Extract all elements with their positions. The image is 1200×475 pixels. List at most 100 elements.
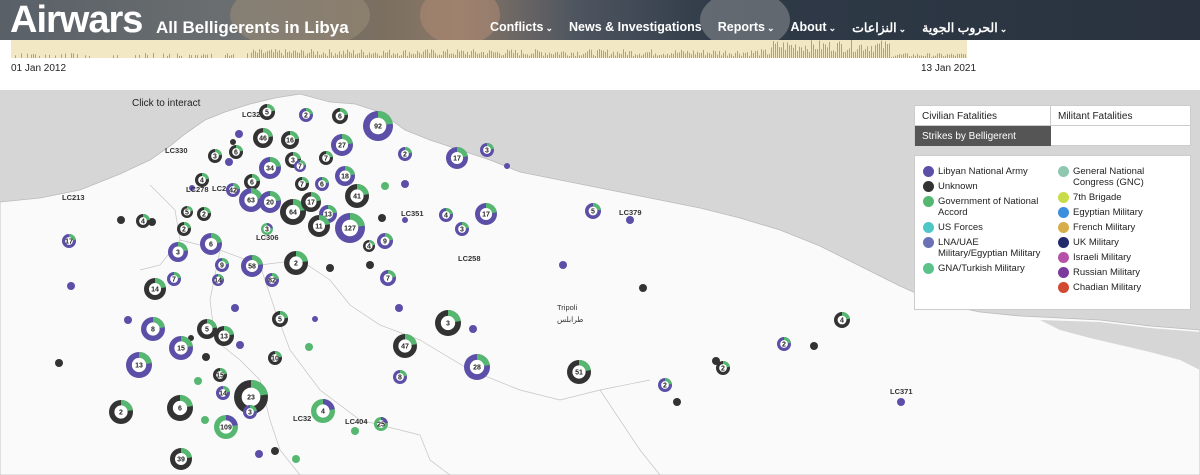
strike-marker[interactable]: 18 bbox=[335, 166, 355, 186]
strike-marker[interactable]: 58 bbox=[241, 255, 263, 277]
strike-marker[interactable]: 9 bbox=[215, 258, 229, 272]
strike-dot[interactable] bbox=[67, 282, 75, 290]
strike-marker[interactable]: 46 bbox=[253, 128, 273, 148]
strike-marker[interactable]: 6 bbox=[315, 177, 329, 191]
airwars-logo[interactable]: Airwars bbox=[10, 0, 143, 40]
strike-marker[interactable]: 82 bbox=[265, 273, 279, 287]
strike-marker[interactable]: 13 bbox=[126, 352, 152, 378]
legend-item[interactable]: US Forces bbox=[923, 222, 1048, 233]
strike-marker[interactable]: 5 bbox=[181, 206, 193, 218]
strike-marker[interactable]: 7 bbox=[295, 177, 309, 191]
strike-marker[interactable]: 6 bbox=[244, 174, 260, 190]
strike-dot[interactable] bbox=[236, 341, 244, 349]
strike-marker[interactable]: 109 bbox=[214, 415, 238, 439]
strike-dot[interactable] bbox=[469, 325, 477, 333]
strike-marker[interactable]: 2 bbox=[284, 251, 308, 275]
strike-dot[interactable] bbox=[230, 139, 236, 145]
strike-dot[interactable] bbox=[401, 180, 409, 188]
nav-airwars-arabic[interactable]: الحروب الجوية ⌄ bbox=[922, 20, 1007, 35]
city-tripoli[interactable]: Tripoli bbox=[557, 303, 577, 312]
strike-marker[interactable]: 4 bbox=[311, 399, 335, 423]
strike-marker[interactable]: 10 bbox=[268, 351, 282, 365]
nav-conflicts[interactable]: Conflicts ⌄ bbox=[490, 20, 553, 35]
strike-marker[interactable]: 2 bbox=[398, 147, 412, 161]
toggle-strikes-by-belligerent[interactable]: Strikes by Belligerent bbox=[915, 126, 1051, 146]
strike-dot[interactable] bbox=[292, 455, 300, 463]
strike-marker[interactable]: 27 bbox=[331, 134, 353, 156]
strike-marker[interactable]: 5 bbox=[272, 311, 288, 327]
strike-marker[interactable]: 13 bbox=[214, 326, 234, 346]
strike-marker[interactable]: 2 bbox=[109, 400, 133, 424]
strike-marker[interactable]: 2 bbox=[777, 337, 791, 351]
legend-item[interactable]: Russian Military bbox=[1058, 267, 1183, 278]
timeline-slider[interactable] bbox=[11, 40, 967, 58]
legend-item[interactable]: Israeli Military bbox=[1058, 252, 1183, 263]
strike-marker[interactable]: 4 bbox=[834, 312, 850, 328]
strike-marker[interactable]: 7 bbox=[294, 160, 306, 172]
strike-dot[interactable] bbox=[225, 158, 233, 166]
strike-marker[interactable]: 34 bbox=[259, 157, 281, 179]
strike-marker[interactable]: 14 bbox=[144, 278, 166, 300]
legend-item[interactable]: Chadian Military bbox=[1058, 282, 1183, 293]
strike-marker[interactable]: 15 bbox=[213, 368, 227, 382]
strike-dot[interactable] bbox=[504, 163, 510, 169]
strike-dot[interactable] bbox=[395, 304, 403, 312]
strike-marker[interactable]: 2 bbox=[299, 108, 313, 122]
strike-marker[interactable]: 11 bbox=[308, 215, 330, 237]
strike-marker[interactable]: 3 bbox=[208, 149, 222, 163]
strike-dot[interactable] bbox=[312, 316, 318, 322]
strike-marker[interactable]: 3 bbox=[243, 405, 257, 419]
strike-marker[interactable]: 127 bbox=[335, 213, 365, 243]
strike-marker[interactable]: 6 bbox=[200, 233, 222, 255]
strike-marker[interactable]: 15 bbox=[169, 336, 193, 360]
strike-marker[interactable]: 8 bbox=[141, 317, 165, 341]
legend-item[interactable]: UK Military bbox=[1058, 237, 1183, 248]
strike-dot[interactable] bbox=[55, 359, 63, 367]
strike-marker[interactable]: 14 bbox=[212, 274, 224, 286]
nav-conflicts-arabic[interactable]: النزاعات ⌄ bbox=[852, 20, 906, 35]
toggle-civilian-fatalities[interactable]: Civilian Fatalities bbox=[915, 106, 1051, 126]
strike-marker[interactable]: 2 bbox=[658, 378, 672, 392]
toggle-militant-fatalities[interactable]: Militant Fatalities bbox=[1051, 106, 1191, 126]
legend-item[interactable]: General National Congress (GNC) bbox=[1058, 166, 1183, 188]
legend-item[interactable]: Egyptian Military bbox=[1058, 207, 1183, 218]
legend-item[interactable]: LNA/UAE Military/Egyptian Military bbox=[923, 237, 1048, 259]
strike-marker[interactable]: 2 bbox=[197, 207, 211, 221]
strike-dot[interactable] bbox=[305, 343, 313, 351]
strike-dot[interactable] bbox=[124, 316, 132, 324]
legend-item[interactable]: Unknown bbox=[923, 181, 1048, 192]
legend-item[interactable]: GNA/Turkish Military bbox=[923, 263, 1048, 274]
strike-dot[interactable] bbox=[626, 216, 634, 224]
nav-about[interactable]: About ⌄ bbox=[791, 20, 837, 35]
strike-marker[interactable]: 6 bbox=[167, 395, 193, 421]
strike-dot[interactable] bbox=[231, 304, 239, 312]
strike-dot[interactable] bbox=[559, 261, 567, 269]
strike-marker[interactable]: 17 bbox=[475, 203, 497, 225]
strike-dot[interactable] bbox=[202, 353, 210, 361]
strike-marker[interactable]: 28 bbox=[464, 354, 490, 380]
strike-marker[interactable]: 6 bbox=[229, 145, 243, 159]
strike-marker[interactable]: 47 bbox=[393, 334, 417, 358]
strike-marker[interactable]: 3 bbox=[435, 310, 461, 336]
strike-marker[interactable]: 41 bbox=[345, 184, 369, 208]
strike-dot[interactable] bbox=[201, 416, 209, 424]
strike-dot[interactable] bbox=[673, 398, 681, 406]
strike-marker[interactable]: 7 bbox=[167, 272, 181, 286]
strike-marker[interactable]: 92 bbox=[363, 111, 393, 141]
strike-dot[interactable] bbox=[235, 130, 243, 138]
strike-marker[interactable]: 3 bbox=[168, 242, 188, 262]
legend-item[interactable]: French Military bbox=[1058, 222, 1183, 233]
strike-marker[interactable]: 2 bbox=[177, 222, 191, 236]
strike-dot[interactable] bbox=[194, 377, 202, 385]
strike-marker[interactable]: 7 bbox=[380, 270, 396, 286]
strike-marker[interactable]: 14 bbox=[216, 386, 230, 400]
strike-marker[interactable]: 17 bbox=[301, 192, 321, 212]
strike-dot[interactable] bbox=[271, 447, 279, 455]
strike-marker[interactable]: 4 bbox=[136, 214, 150, 228]
strike-marker[interactable]: 6 bbox=[332, 108, 348, 124]
strike-dot[interactable] bbox=[255, 450, 263, 458]
strike-dot[interactable] bbox=[366, 261, 374, 269]
strike-dot[interactable] bbox=[897, 398, 905, 406]
strike-marker[interactable]: 51 bbox=[567, 360, 591, 384]
strike-marker[interactable]: 25 bbox=[374, 417, 388, 431]
